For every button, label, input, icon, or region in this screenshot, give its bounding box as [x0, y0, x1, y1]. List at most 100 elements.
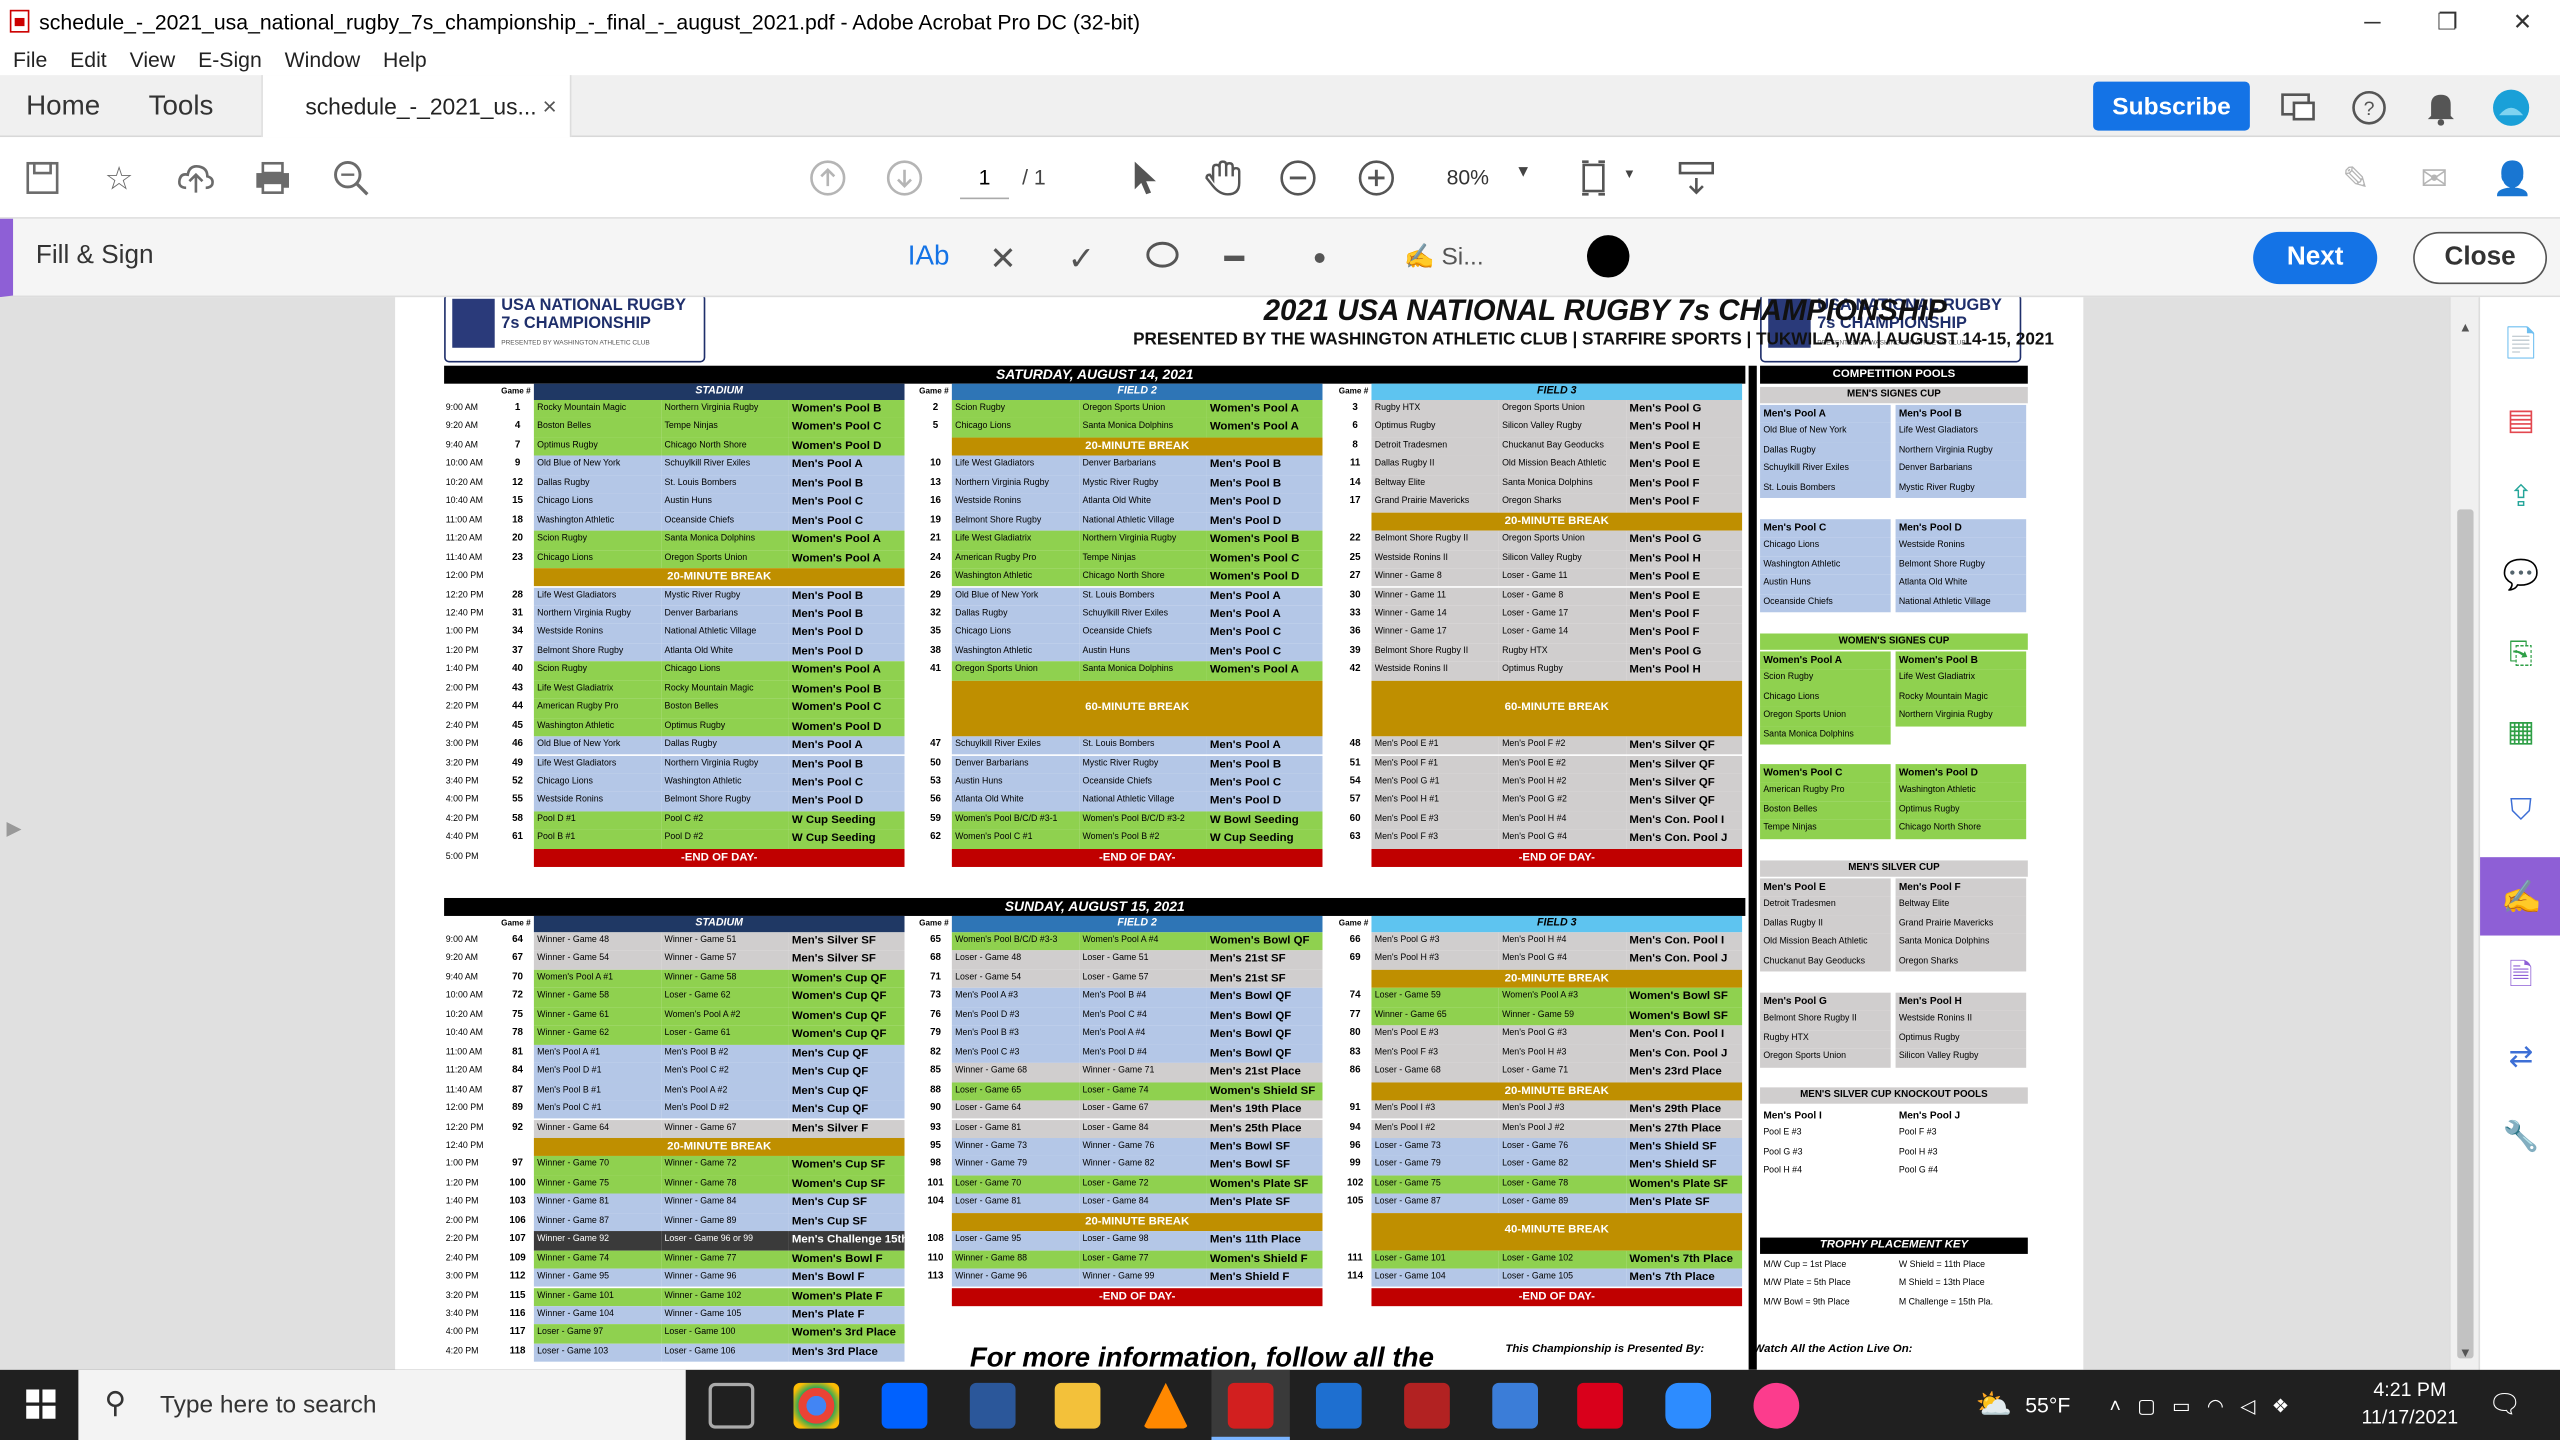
task-view-icon[interactable] — [708, 1382, 755, 1429]
menu-file[interactable]: File — [13, 47, 47, 71]
pool-label: Men's Bowl QF — [1206, 1025, 1323, 1045]
fill-sign-active-tool[interactable]: ✍ — [2480, 857, 2560, 936]
taskbar-search-box[interactable]: ⚲ Type here to search — [78, 1369, 686, 1440]
upload-cloud-icon[interactable] — [175, 157, 217, 199]
game-number: 24 — [930, 552, 941, 563]
save-icon[interactable] — [21, 157, 63, 199]
clock[interactable]: 4:21 PM 11/17/2021 — [2348, 1376, 2472, 1432]
mcafee-icon[interactable] — [1577, 1382, 1623, 1429]
subscribe-button[interactable]: Subscribe — [2093, 81, 2250, 131]
menu-esign[interactable]: E-Sign — [198, 47, 262, 71]
team-one: Detroit Tradesmen — [1371, 437, 1499, 456]
vertical-scrollbar[interactable]: ▲ ▼ — [2449, 297, 2479, 1370]
tab-document[interactable]: schedule_-_2021_us... × — [261, 75, 572, 138]
notifications-bell-icon[interactable] — [2421, 88, 2460, 127]
zoom-out-icon[interactable] — [1277, 157, 1319, 199]
pool-label: Men's 27th Place — [1626, 1119, 1743, 1138]
close-tab-icon[interactable]: × — [542, 92, 556, 120]
comment-icon[interactable]: 💬 — [2501, 555, 2540, 594]
zoom-app-icon[interactable] — [1665, 1382, 1712, 1429]
battery-icon[interactable]: ▭ — [2172, 1394, 2191, 1417]
user-avatar-icon[interactable] — [2492, 88, 2531, 127]
zoom-dropdown-icon[interactable]: ▼ — [1515, 163, 1531, 181]
ellipse-tool-icon[interactable] — [1146, 238, 1179, 280]
help-icon[interactable]: ? — [2349, 88, 2388, 127]
bookmark-star-icon[interactable]: ☆ — [98, 157, 140, 199]
pool-label: Men's 19th Place — [1206, 1100, 1323, 1120]
remote-desktop-icon[interactable] — [1315, 1382, 1362, 1429]
page-number-input[interactable]: 1 — [960, 157, 1010, 200]
menu-edit[interactable]: Edit — [70, 47, 107, 71]
print-icon[interactable] — [251, 157, 293, 199]
more-tools-icon[interactable]: 🔧 — [2501, 1117, 2540, 1156]
chrome-icon[interactable] — [793, 1382, 840, 1429]
zoom-in-icon[interactable] — [1355, 157, 1397, 199]
restore-button[interactable]: ❐ — [2410, 0, 2485, 42]
add-text-tool[interactable]: IAb — [908, 240, 950, 273]
pool-team: Rugby HTX — [1760, 1030, 1891, 1049]
team-one: Loser - Game 48 — [951, 950, 1080, 970]
itunes-icon[interactable] — [1753, 1382, 1800, 1429]
vlc-icon[interactable] — [1142, 1382, 1189, 1429]
find-zoom-icon[interactable] — [330, 157, 372, 199]
link-sign-icon[interactable]: ✎ — [2335, 157, 2377, 199]
compare-files-icon[interactable]: ⎘ — [2501, 633, 2540, 672]
menu-view[interactable]: View — [130, 47, 176, 71]
select-cursor-icon[interactable] — [1123, 157, 1165, 199]
volume-icon[interactable]: ◁ — [2240, 1394, 2255, 1417]
pool-title: Women's Pool C — [1760, 764, 1891, 783]
menu-window[interactable]: Window — [285, 47, 361, 71]
close-fill-sign-button[interactable]: Close — [2413, 231, 2548, 285]
create-pdf-icon[interactable]: 📄 — [2501, 323, 2540, 362]
add-user-icon[interactable]: 👤 — [2492, 157, 2534, 199]
tab-tools[interactable]: Tools — [149, 75, 214, 137]
document-viewer[interactable]: ▶ USA NATIONAL RUGBY 7s CHAMPIONSHIP PRE… — [0, 297, 2450, 1370]
sign-tool[interactable]: ✍ Si... — [1404, 242, 1484, 271]
snipping-tool-icon[interactable] — [1404, 1382, 1450, 1429]
calculator-icon[interactable] — [1492, 1382, 1539, 1429]
tray-chevron-icon[interactable]: ˄ — [2109, 1394, 2120, 1417]
export-pdf-icon[interactable]: ⇪ — [2501, 477, 2540, 516]
file-explorer-icon[interactable] — [1054, 1382, 1101, 1429]
next-button[interactable]: Next — [2253, 231, 2378, 285]
notification-center-icon[interactable]: 🗨 — [2488, 1388, 2521, 1421]
color-picker-icon[interactable] — [1586, 235, 1630, 278]
minimize-button[interactable]: ─ — [2335, 0, 2410, 42]
windows-start-icon[interactable] — [26, 1389, 56, 1427]
hand-tool-icon[interactable] — [1202, 157, 1244, 199]
time-label: 10:00 AM — [445, 459, 483, 470]
meet-now-icon[interactable]: ▢ — [2137, 1394, 2156, 1417]
previous-page-icon[interactable] — [807, 157, 849, 199]
word-icon[interactable] — [969, 1382, 1016, 1429]
fit-dropdown-icon[interactable]: ▼ — [1623, 167, 1636, 182]
line-tool-icon[interactable]: ━ — [1225, 238, 1245, 279]
edit-pdf-icon[interactable]: 🗎 — [2501, 958, 2540, 999]
cross-mark-icon[interactable]: ✕ — [989, 238, 1016, 279]
share-screen-icon[interactable] — [2279, 88, 2318, 127]
acrobat-taskbar-active[interactable] — [1211, 1369, 1290, 1440]
fit-page-icon[interactable] — [1577, 157, 1619, 199]
scroll-up-icon[interactable]: ▲ — [2459, 320, 2472, 335]
weather-widget[interactable]: ⛅ 55°F — [1976, 1370, 2071, 1440]
send-for-review-icon[interactable]: ⇄ — [2501, 1037, 2540, 1076]
dropbox-tray-icon[interactable]: ❖ — [2272, 1394, 2290, 1417]
scroll-mode-icon[interactable] — [1675, 157, 1717, 199]
email-icon[interactable]: ✉ — [2413, 157, 2455, 199]
next-page-icon[interactable] — [883, 157, 925, 199]
zoom-level[interactable]: 80% — [1447, 165, 1490, 189]
wifi-icon[interactable]: ◠ — [2207, 1394, 2224, 1417]
menu-help[interactable]: Help — [383, 47, 427, 71]
check-mark-icon[interactable]: ✓ — [1068, 238, 1095, 279]
team-one: Men's Pool B #3 — [951, 1025, 1080, 1045]
tab-home[interactable]: Home — [26, 75, 100, 137]
dot-tool-icon[interactable]: ● — [1313, 243, 1327, 269]
scrollbar-thumb[interactable] — [2457, 509, 2474, 1359]
protect-shield-icon[interactable]: ⛉ — [2501, 790, 2540, 829]
scan-ocr-icon[interactable]: ▦ — [2501, 712, 2540, 751]
expand-left-panel-icon[interactable]: ▶ — [7, 816, 22, 839]
organize-pages-icon[interactable]: ▤ — [2501, 400, 2540, 439]
close-window-button[interactable]: ✕ — [2485, 0, 2560, 42]
scroll-down-icon[interactable]: ▼ — [2459, 1345, 2472, 1360]
team-one: Optimus Rugby — [533, 437, 662, 456]
dropbox-icon[interactable] — [881, 1382, 928, 1429]
